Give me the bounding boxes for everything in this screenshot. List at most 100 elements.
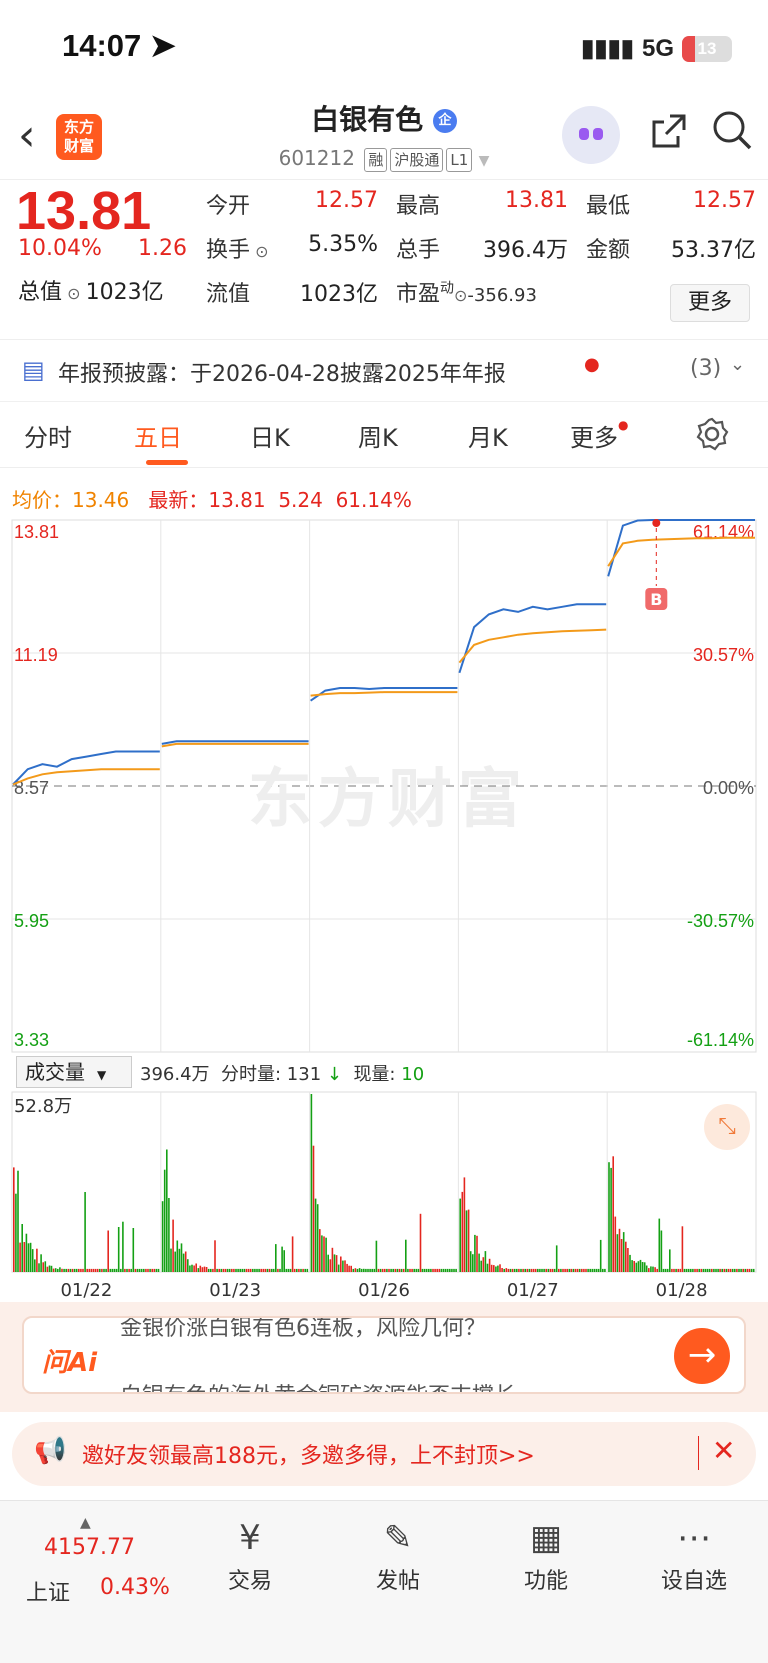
volume-bar <box>736 1268 738 1272</box>
y-tick-left: 11.19 <box>14 645 58 665</box>
volume-bar <box>522 1268 524 1272</box>
nav-functions[interactable]: ▦ 功能 <box>486 1513 606 1595</box>
volume-bar <box>201 1267 204 1272</box>
volume-bar <box>283 1250 285 1272</box>
x-tick-label: 01/28 <box>656 1280 708 1301</box>
caret-up-icon: ▲ <box>80 1515 91 1531</box>
volume-bar <box>513 1268 516 1272</box>
volume-bar <box>174 1251 176 1272</box>
volume-bar <box>497 1265 499 1272</box>
volume-bar <box>333 1254 336 1272</box>
volume-bar <box>75 1268 78 1272</box>
volume-bar <box>212 1268 214 1272</box>
volume-bar <box>214 1240 216 1272</box>
volume-bar <box>161 1201 164 1272</box>
volume-bar <box>578 1268 581 1272</box>
volume-bar <box>585 1268 587 1272</box>
ai-ask-box[interactable]: 问Ai 金银价涨白银有色6连板，风险几何？ 白银有色的海外黄金铜矿资源能否支撑长… <box>22 1316 746 1394</box>
ai-suggestion-2[interactable]: 白银有色的海外黄金铜矿资源能否支撑长 <box>120 1378 516 1392</box>
volume-bar <box>558 1268 560 1272</box>
volume-bar <box>432 1268 434 1272</box>
nav-add-watchlist[interactable]: ⋯ 设自选 <box>634 1513 754 1595</box>
volume-bar <box>702 1268 705 1272</box>
volume-bar <box>402 1268 405 1272</box>
volume-bar <box>671 1268 673 1272</box>
volume-bar <box>235 1268 237 1272</box>
volume-bar <box>373 1268 376 1272</box>
volume-bar <box>291 1236 294 1272</box>
volume-bar <box>331 1247 334 1272</box>
volume-bar <box>84 1192 86 1272</box>
volume-bar <box>734 1268 736 1272</box>
price-line <box>458 603 607 674</box>
volume-bar <box>205 1267 208 1272</box>
volume-bar <box>620 1239 623 1272</box>
index-name: 上证 <box>26 1581 71 1606</box>
nav-trade[interactable]: ¥ 交易 <box>190 1513 310 1595</box>
volume-bar <box>187 1259 189 1272</box>
volume-bar <box>635 1262 638 1272</box>
volume-bar <box>245 1268 248 1272</box>
volume-bar <box>178 1248 181 1272</box>
volume-bar <box>132 1228 135 1272</box>
volume-bar <box>555 1245 558 1272</box>
volume-bar <box>182 1253 185 1272</box>
volume-bar <box>652 1266 654 1272</box>
volume-bar <box>260 1268 262 1272</box>
volume-bar <box>279 1268 281 1272</box>
ai-suggestion-1[interactable]: 金银价涨白银有色6连板，风险几何？ <box>120 1318 486 1342</box>
volume-bar <box>721 1268 723 1272</box>
volume-bar <box>337 1264 340 1272</box>
volume-bar <box>700 1268 703 1272</box>
volume-bar <box>346 1263 348 1272</box>
volume-bar <box>614 1216 617 1272</box>
volume-bar <box>669 1249 671 1272</box>
volume-bar <box>153 1268 156 1272</box>
volume-bar <box>228 1268 231 1272</box>
volume-bar <box>648 1268 650 1272</box>
volume-bar <box>50 1265 53 1272</box>
volume-bar <box>568 1268 571 1272</box>
nav-post[interactable]: ✎ 发帖 <box>338 1513 458 1595</box>
volume-bar <box>675 1268 677 1272</box>
volume-bar <box>193 1265 195 1272</box>
volume-bar <box>419 1213 422 1272</box>
volume-bar <box>189 1265 191 1272</box>
volume-bar <box>298 1268 300 1272</box>
volume-bar <box>637 1261 640 1272</box>
volume-bar <box>446 1268 449 1272</box>
expand-icon[interactable]: ⤡ <box>704 1104 750 1150</box>
volume-bar <box>493 1265 495 1272</box>
volume-bar <box>48 1265 51 1272</box>
bottom-nav: ▲ 4157.77 上证 0.43% ¥ 交易 ✎ 发帖 ▦ 功能 ⋯ 设自选 <box>0 1500 768 1663</box>
volume-bar <box>442 1268 445 1272</box>
volume-bar <box>247 1268 250 1272</box>
arrow-right-icon[interactable]: → <box>674 1328 730 1384</box>
volume-bar <box>379 1268 382 1272</box>
volume-bar <box>685 1268 688 1272</box>
volume-bar <box>715 1268 717 1272</box>
volume-bar <box>323 1236 325 1272</box>
volume-bar <box>109 1268 112 1272</box>
five-day-chart[interactable]: 13.81 61.14%11.19 30.57%8.57 0.00%5.95 -30.5… <box>0 0 768 1302</box>
volume-bar <box>268 1268 271 1272</box>
volume-bar <box>44 1261 47 1272</box>
volume-bar <box>421 1268 424 1272</box>
volume-bar <box>170 1248 172 1272</box>
volume-bar <box>59 1267 61 1272</box>
volume-bar <box>80 1268 82 1272</box>
index-ticker[interactable]: ▲ 4157.77 上证 0.43% <box>0 1501 170 1611</box>
volume-bar <box>94 1268 97 1272</box>
close-icon[interactable]: ✕ <box>712 1434 735 1467</box>
volume-bar <box>210 1268 212 1272</box>
volume-bar <box>560 1268 562 1272</box>
volume-bar <box>539 1268 541 1272</box>
indicator-selector[interactable]: 成交量 ▼ <box>16 1056 132 1088</box>
volume-bar <box>96 1268 99 1272</box>
volume-bar <box>354 1268 357 1272</box>
invite-promo-banner[interactable]: 📢 邀好友领最高188元，多邀多得，上不封顶>> ✕ <box>12 1422 756 1486</box>
volume-bar <box>130 1268 132 1272</box>
volume-bar <box>495 1266 497 1272</box>
volume-bar <box>455 1268 457 1272</box>
volume-bar <box>499 1264 501 1272</box>
